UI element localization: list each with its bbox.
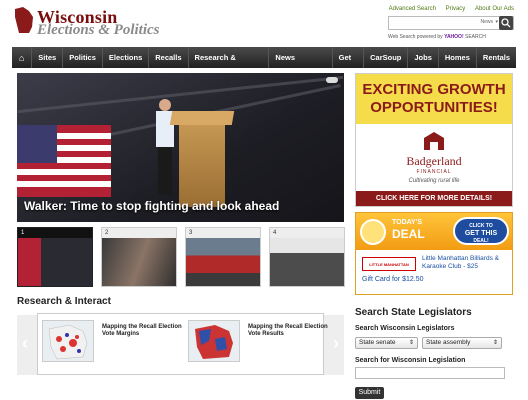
deal-today-label: TODAY'S [392,219,423,226]
thumbnail-2[interactable]: 2 [101,227,177,287]
podium-image [179,119,225,207]
search-button[interactable] [499,16,513,30]
site-logo[interactable]: Wisconsin Elections & Politics [13,5,213,39]
thumbnail-4[interactable]: 4 [269,227,345,287]
sun-icon [360,219,386,245]
legislation-search-input[interactable] [355,367,505,379]
ad-cta-button[interactable]: CLICK HERE FOR MORE DETAILS! [356,191,512,206]
thumbnail-number: 4 [273,230,277,236]
ad-brand: Badgerland [406,154,462,168]
about-ads-link[interactable]: About Our Ads [475,6,514,12]
search-powered-by: Web Search powered by YAHOO! SEARCH [388,34,486,40]
thumbnail-number: 1 [21,230,25,236]
search-scope-select[interactable]: News [480,19,493,25]
nav-item-carsoup[interactable]: CarSoup [363,47,407,68]
page: Wisconsin Elections & Politics Advanced … [0,0,528,400]
top-links: Advanced Search Privacy About Our Ads [381,6,514,12]
submit-button[interactable]: Submit [355,387,384,399]
wisconsin-state-icon [15,7,33,33]
search-icon [501,18,511,28]
nav-item-research[interactable]: Research & Interact [187,47,269,83]
nav-item-politics[interactable]: Politics [62,47,102,68]
nav-item-recalls[interactable]: Recalls [148,47,187,68]
hero-caption[interactable]: Walker: Time to stop fighting and look a… [24,199,279,213]
nav-item-jobs[interactable]: Jobs [407,47,438,68]
chevron-down-icon: ▾ [495,19,498,25]
advanced-search-link[interactable]: Advanced Search [389,6,436,12]
vote-margins-map-thumbnail[interactable] [42,320,94,362]
nav-item-rentals[interactable]: Rentals [475,47,516,68]
vote-margins-link[interactable]: Mapping the Recall Election Vote Margins [102,324,182,338]
thumbnail-3[interactable]: 3 [185,227,261,287]
merchant-logo: LITTLE MANHATTAN [362,257,416,271]
privacy-link[interactable]: Privacy [446,6,466,12]
hero-thumbnails: 1 2 3 4 [17,227,345,287]
nav-item-elections[interactable]: Elections [101,47,148,68]
senate-select-value: State senate [359,339,396,346]
vote-results-link[interactable]: Mapping the Recall Election Vote Results [248,324,328,338]
nav-item-homes[interactable]: Homes [437,47,476,68]
search-word: SEARCH [465,34,486,40]
search-legislators-label: Search Wisconsin Legislators [355,325,455,332]
deal-price: Gift Card for $12.50 [362,276,424,283]
thumbnail-number: 3 [189,230,193,236]
powered-text: Web Search powered by [388,34,443,40]
deal-banner: TODAY'S DEAL CLICK TO GET THIS DEAL! [356,213,512,250]
todays-deal-ad[interactable]: TODAY'S DEAL CLICK TO GET THIS DEAL! LIT… [355,212,513,295]
deal-description[interactable]: Little Manhattan Billiards & Karaoke Clu… [422,255,510,271]
state-assembly-select[interactable]: State assembly ⇕ [422,337,502,349]
chevron-left-icon[interactable]: ‹ [22,333,28,354]
hero-slideshow[interactable]: Walker: Time to stop fighting and look a… [17,73,344,222]
assembly-select-value: State assembly [426,339,471,346]
nav-item-sites[interactable]: Sites [31,47,62,68]
deal-label: DEAL [392,227,425,241]
vote-results-map-thumbnail[interactable] [188,320,240,362]
search-legislation-label: Search for Wisconsin Legislation [355,357,466,364]
search-input[interactable]: News ▾ [388,16,514,30]
main-nav: ⌂ Sites Politics Elections Recalls Resea… [12,47,516,83]
logo-line2: Elections & Politics [37,22,160,38]
nav-item-get-it[interactable]: Get It [331,47,363,83]
research-section-title: Research & Interact [17,296,111,307]
chevron-right-icon[interactable]: › [333,333,339,354]
research-panel: Mapping the Recall Election Vote Margins… [37,313,328,375]
yahoo-logo: YAHOO! [444,34,464,40]
header: Wisconsin Elections & Politics Advanced … [0,0,528,46]
thumbnail-1[interactable]: 1 [17,227,93,287]
click-mid: GET THIS [464,230,498,237]
slideshow-toggle[interactable] [326,77,338,83]
get-deal-button[interactable]: CLICK TO GET THIS DEAL! [453,217,509,245]
thumbnail-number: 2 [105,230,109,236]
american-flag-image [17,125,111,197]
badgerland-logo-icon [424,132,444,150]
ad-brand-sub: FINANCIAL [416,169,452,175]
home-icon[interactable]: ⌂ [12,53,31,63]
nav-item-news-partners[interactable]: News Partners [268,47,331,83]
click-bot: DEAL! [473,238,489,244]
legislators-section-title: Search State Legislators [355,307,472,318]
chevron-down-icon: ⇕ [408,340,414,346]
ad-headline: EXCITING GROWTH OPPORTUNITIES! [356,74,512,124]
badgerland-ad[interactable]: EXCITING GROWTH OPPORTUNITIES! Badgerlan… [355,73,513,207]
research-carousel: ‹ › Mapping the Recall Election Vote Mar… [17,313,344,375]
ad-tagline: Cultivating rural life [408,178,460,184]
state-senate-select[interactable]: State senate ⇕ [355,337,418,349]
chevron-down-icon: ⇕ [492,340,498,346]
